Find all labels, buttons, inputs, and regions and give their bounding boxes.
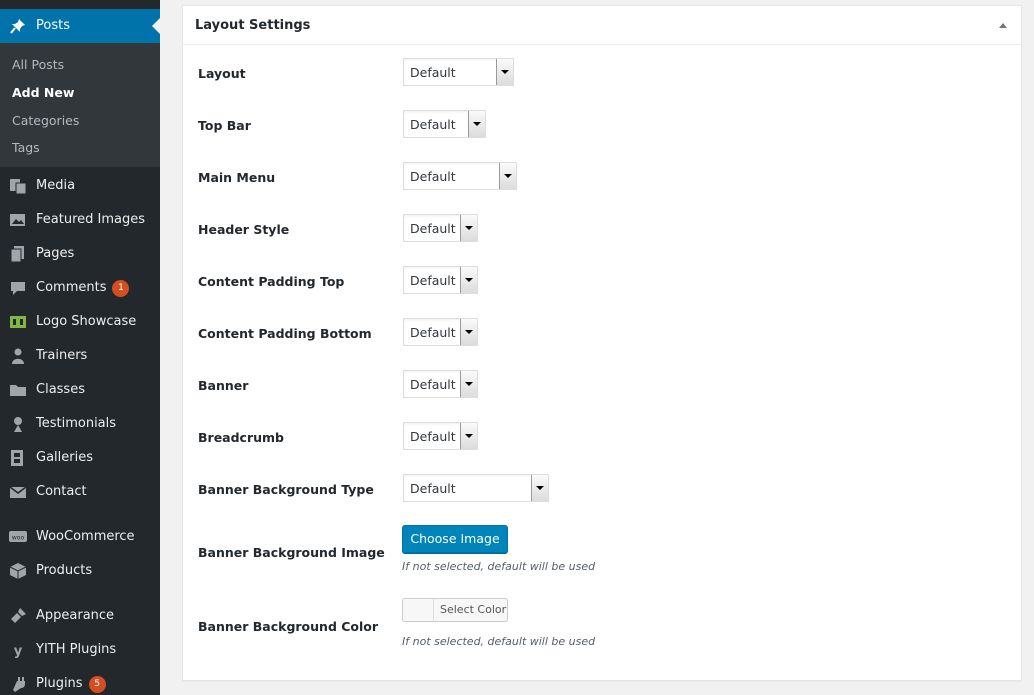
testimonial-icon xyxy=(9,415,27,433)
banner-background-color-label: Banner Background Color xyxy=(198,619,379,634)
content-padding-bottom-label: Content Padding Bottom xyxy=(198,326,372,341)
layout-select[interactable]: Default xyxy=(403,58,514,86)
user-icon xyxy=(9,347,27,365)
sidebar-item-logo-showcase[interactable]: Logo Showcase xyxy=(0,307,160,337)
current-indicator-arrow xyxy=(152,18,160,34)
logo-showcase-icon xyxy=(9,313,27,331)
submenu-add-new[interactable]: Add New xyxy=(12,85,74,100)
header-style-label: Header Style xyxy=(198,222,290,237)
sidebar-item-classes[interactable]: Classes xyxy=(0,375,160,405)
images-icon xyxy=(9,211,27,229)
posts-submenu: All Posts Add New Categories Tags xyxy=(0,43,160,167)
banner-background-type-select[interactable]: Default xyxy=(403,474,549,502)
main-menu-select[interactable]: Default xyxy=(403,162,517,190)
layout-label: Layout xyxy=(198,66,246,81)
comments-count-badge: 1 xyxy=(112,280,130,297)
gallery-icon xyxy=(9,449,27,467)
sidebar-item-comments[interactable]: Comments 1 xyxy=(0,273,160,303)
chevron-down-icon xyxy=(460,423,477,449)
top-bar-select[interactable]: Default xyxy=(403,110,486,138)
sidebar-item-woocommerce[interactable]: woo WooCommerce xyxy=(0,522,160,552)
sidebar-item-media[interactable]: Media xyxy=(0,171,160,201)
sidebar-item-appearance[interactable]: Appearance xyxy=(0,601,160,631)
svg-text:y: y xyxy=(14,644,23,659)
chevron-down-icon xyxy=(460,319,477,345)
sidebar-item-posts[interactable]: Posts xyxy=(0,9,160,43)
submenu-all-posts[interactable]: All Posts xyxy=(12,57,64,72)
sidebar-item-contact[interactable]: Contact xyxy=(0,477,160,507)
yith-icon: y xyxy=(9,641,27,659)
sidebar-item-plugins[interactable]: Plugins 5 xyxy=(0,669,160,695)
banner-image-hint: If not selected, default will be used xyxy=(402,560,596,573)
breadcrumb-label: Breadcrumb xyxy=(198,430,284,445)
sidebar-item-products[interactable]: Products xyxy=(0,556,160,586)
media-icon xyxy=(9,177,27,195)
content-padding-bottom-select[interactable]: Default xyxy=(403,318,478,346)
box-icon xyxy=(9,562,27,580)
banner-label: Banner xyxy=(198,378,249,393)
layout-settings-metabox: Layout Settings xyxy=(182,5,1022,681)
content-padding-top-select[interactable]: Default xyxy=(403,266,478,294)
top-bar-label: Top Bar xyxy=(198,118,251,133)
chevron-down-icon xyxy=(460,267,477,293)
sidebar-item-featured-images[interactable]: Featured Images xyxy=(0,205,160,235)
sidebar-item-pages[interactable]: Pages xyxy=(0,239,160,269)
sidebar-item-galleries[interactable]: Galleries xyxy=(0,443,160,473)
plugins-count-badge: 5 xyxy=(88,676,106,693)
submenu-categories[interactable]: Categories xyxy=(12,113,79,128)
banner-background-type-label: Banner Background Type xyxy=(198,482,374,497)
sidebar-item-testimonials[interactable]: Testimonials xyxy=(0,409,160,439)
sidebar-item-label: Posts xyxy=(36,18,70,33)
chevron-down-icon xyxy=(468,111,485,137)
banner-color-hint: If not selected, default will be used xyxy=(402,635,596,648)
choose-image-button[interactable]: Choose Image xyxy=(402,525,508,553)
breadcrumb-select[interactable]: Default xyxy=(403,422,478,450)
admin-sidebar: Posts All Posts Add New Categories Tags … xyxy=(0,0,160,695)
paintbrush-icon xyxy=(9,607,27,625)
pages-icon xyxy=(9,245,27,263)
metabox-title: Layout Settings xyxy=(195,18,311,33)
folder-icon xyxy=(9,381,27,399)
mail-icon xyxy=(9,483,27,501)
sidebar-item-trainers[interactable]: Trainers xyxy=(0,341,160,371)
pushpin-icon xyxy=(9,17,27,35)
metabox-header: Layout Settings xyxy=(183,6,1021,45)
plug-icon xyxy=(9,675,27,693)
main-menu-label: Main Menu xyxy=(198,170,276,185)
submenu-tags[interactable]: Tags xyxy=(12,140,40,155)
chevron-down-icon xyxy=(531,475,548,501)
sidebar-item-yith-plugins[interactable]: y YITH Plugins xyxy=(0,635,160,665)
chevron-down-icon xyxy=(499,163,516,189)
color-swatch xyxy=(403,599,434,621)
woocommerce-icon: woo xyxy=(9,528,27,546)
comments-icon xyxy=(9,279,27,297)
select-color-button[interactable]: Select Color xyxy=(402,598,508,622)
chevron-down-icon xyxy=(496,59,513,85)
banner-select[interactable]: Default xyxy=(403,370,478,398)
svg-text:woo: woo xyxy=(12,535,25,542)
banner-background-image-label: Banner Background Image xyxy=(198,545,385,560)
chevron-down-icon xyxy=(460,215,477,241)
content-padding-top-label: Content Padding Top xyxy=(198,274,345,289)
collapse-toggle-icon[interactable] xyxy=(999,23,1007,28)
header-style-select[interactable]: Default xyxy=(403,214,478,242)
chevron-down-icon xyxy=(460,371,477,397)
